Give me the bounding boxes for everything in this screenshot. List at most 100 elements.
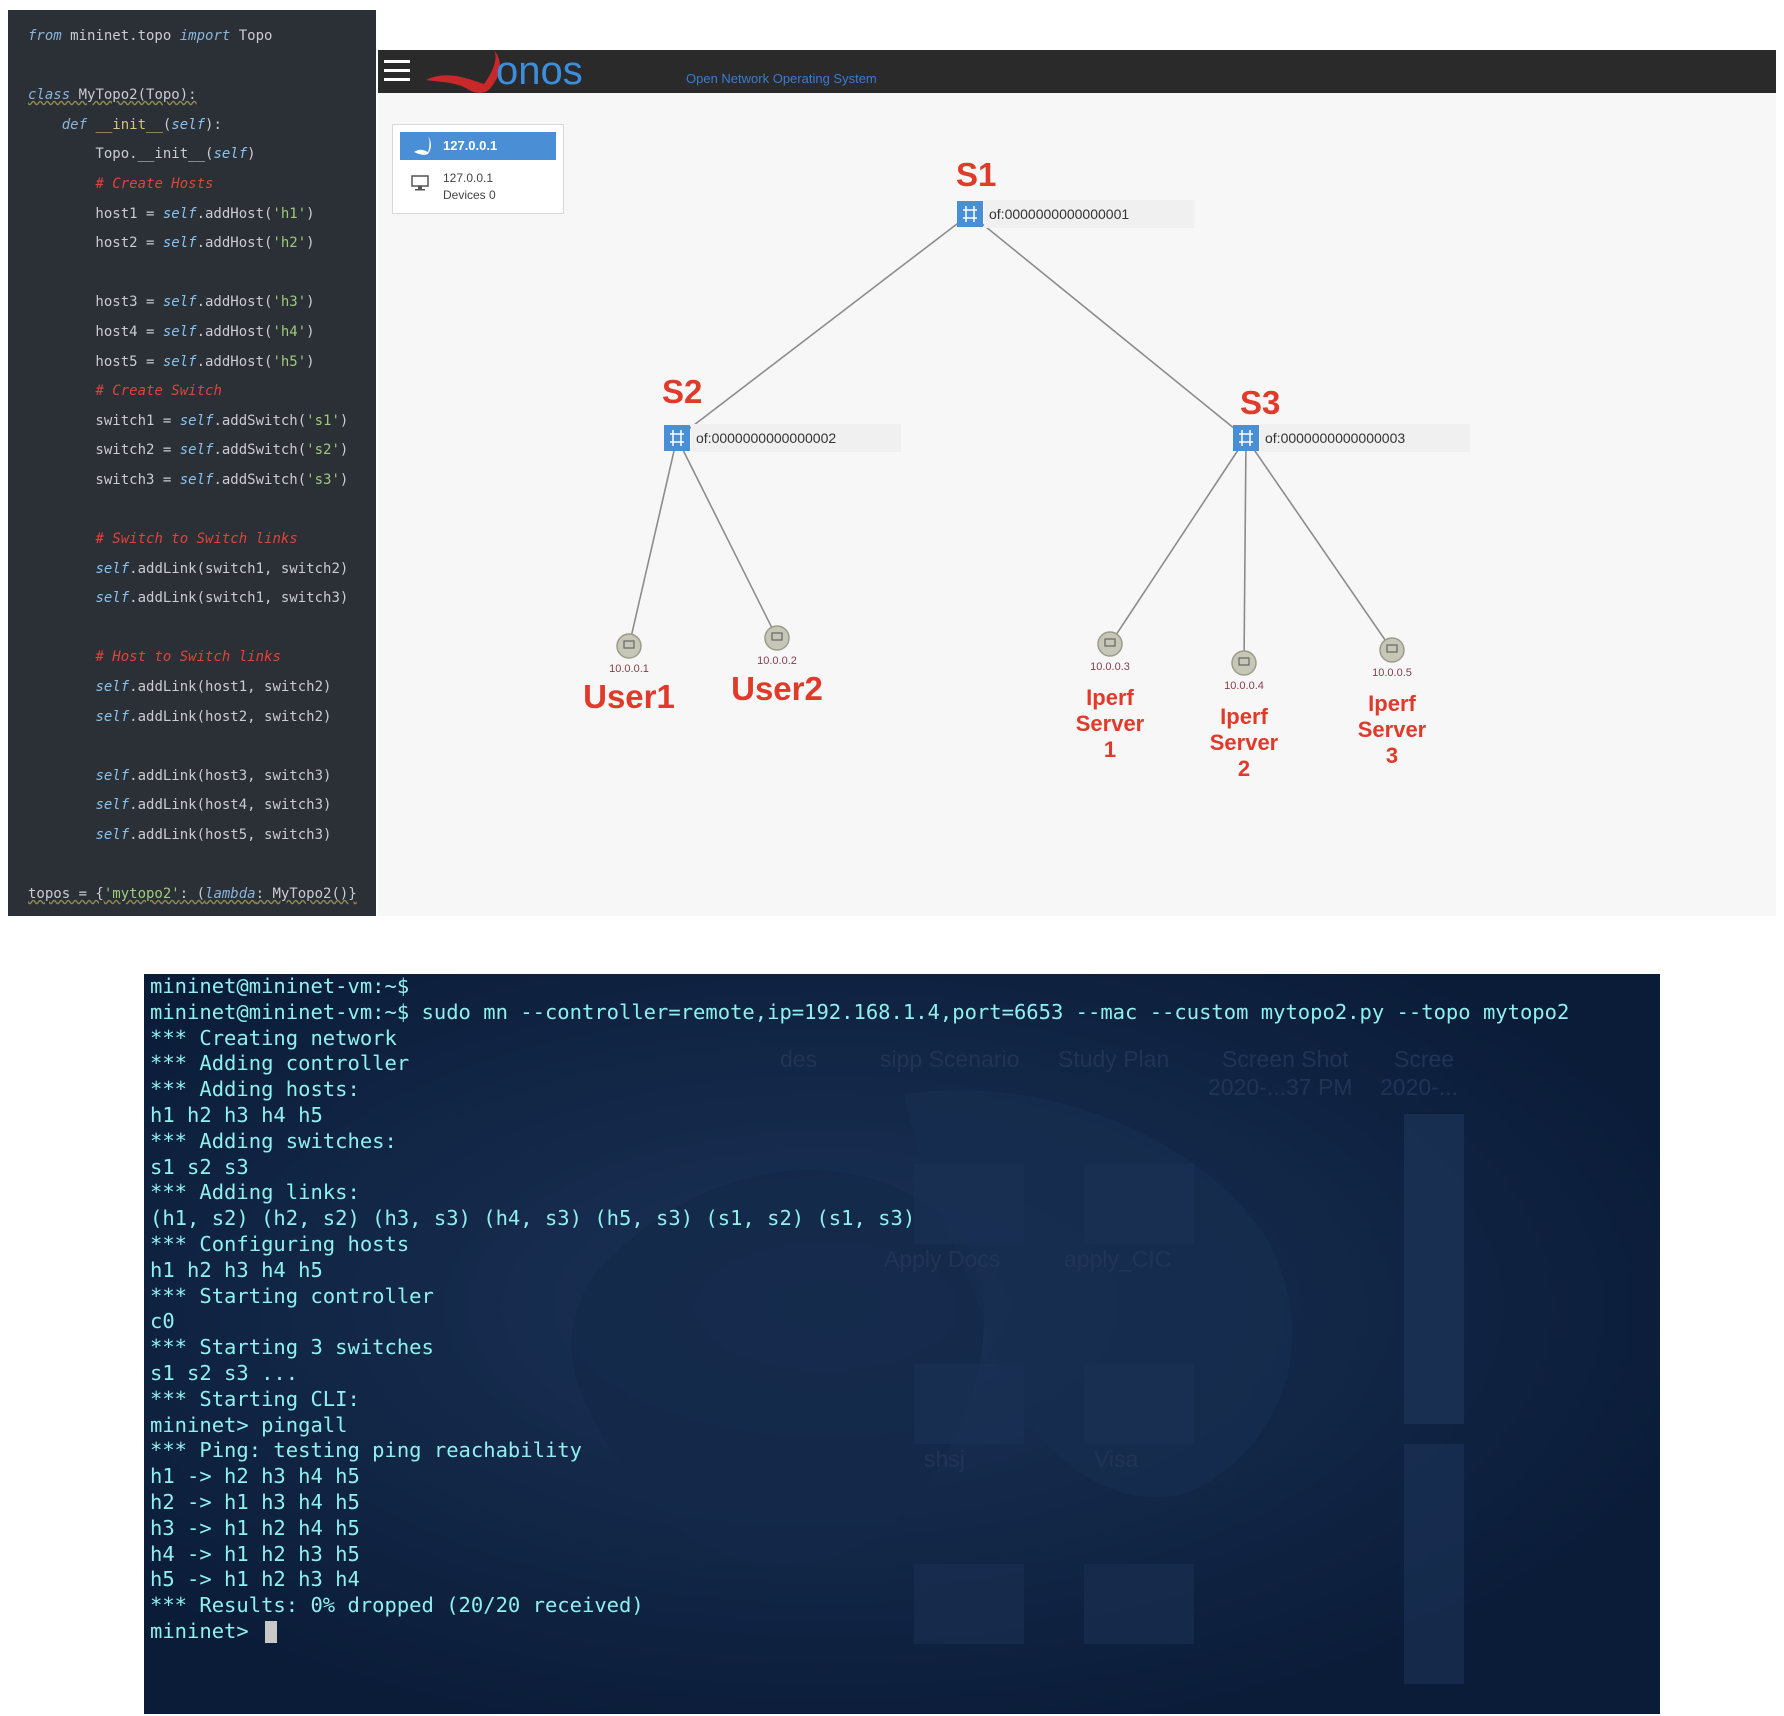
code-token: ): [247, 146, 256, 163]
code-line: # Switch to Switch links: [28, 525, 357, 555]
code-token: host2 =: [28, 235, 163, 252]
host-icon[interactable]: [1379, 637, 1405, 663]
code-line: topos = {'mytopo2': (lambda: MyTopo2()}: [28, 880, 357, 910]
code-token: # Host to Switch links: [95, 649, 281, 666]
code-line: switch3 = self.addSwitch('s3'): [28, 466, 357, 496]
terminal-line: h1 h2 h3 h4 h5: [150, 1257, 323, 1282]
code-editor[interactable]: from mininet.topo import Topo class MyTo…: [8, 10, 376, 916]
host-icon[interactable]: [1231, 650, 1257, 676]
host-ip: 10.0.0.3: [1090, 661, 1130, 673]
terminal-line: mininet@mininet-vm:~$ sudo mn --controll…: [150, 999, 1570, 1024]
code-token: self: [162, 235, 197, 252]
code-token: .addSwitch(: [213, 442, 307, 459]
code-line: host2 = self.addHost('h2'): [28, 229, 357, 259]
code-token: self: [162, 294, 197, 311]
code-token: .addLink(host4, switch3): [129, 797, 332, 814]
code-token: 's1': [306, 412, 340, 429]
code-line: Topo.__init__(self): [28, 140, 357, 170]
code-token: 'h2': [272, 235, 307, 252]
code-token: .addHost(: [196, 323, 273, 340]
code-lines: from mininet.topo import Topo class MyTo…: [28, 22, 357, 910]
code-token: ): [306, 235, 315, 252]
code-token: self: [95, 797, 130, 814]
terminal-line: h2 -> h1 h3 h4 h5: [150, 1489, 360, 1514]
code-line: switch1 = self.addSwitch('s1'): [28, 407, 357, 437]
host-name-label: Server: [1358, 717, 1427, 742]
terminal-line: h4 -> h1 h2 h3 h5: [150, 1541, 360, 1566]
link-line: [676, 437, 778, 639]
code-token: .addLink(host5, switch3): [129, 827, 332, 844]
host-ip: 10.0.0.1: [609, 663, 649, 675]
terminal-line: s1 s2 s3 ...: [150, 1360, 299, 1385]
code-token: : (: [179, 886, 206, 903]
code-token: self: [213, 146, 248, 163]
code-token: self: [95, 708, 130, 725]
host-icon[interactable]: [764, 625, 790, 651]
code-token: .addLink(host2, switch2): [129, 708, 332, 725]
link-line: [1245, 437, 1393, 651]
switch-icon[interactable]: [957, 201, 983, 227]
code-token: import: [179, 28, 231, 44]
code-token: self: [95, 679, 130, 696]
code-token: self: [95, 560, 130, 577]
host-icon[interactable]: [1097, 631, 1123, 657]
code-token: self: [162, 323, 197, 340]
code-line: self.addLink(host5, switch3): [28, 821, 357, 851]
code-token: 'h5': [272, 353, 307, 370]
terminal-window[interactable]: des sipp Scenario Study Plan Screen Shot…: [144, 974, 1660, 1714]
code-token: .addLink(switch1, switch2): [129, 560, 349, 577]
code-token: host1 =: [28, 205, 163, 222]
code-token: ): [306, 205, 315, 222]
code-line: self.addLink(host4, switch3): [28, 791, 357, 821]
code-token: : MyTopo2()}: [255, 886, 357, 903]
switch-icon[interactable]: [1233, 425, 1259, 451]
code-line: host3 = self.addHost('h3'): [28, 288, 357, 318]
host-name-label: 3: [1386, 743, 1398, 768]
code-token: 'h1': [272, 205, 307, 222]
switch-icon[interactable]: [664, 425, 690, 451]
host-icon[interactable]: [616, 633, 642, 659]
code-token: host3 =: [28, 294, 163, 311]
code-token: 'mytopo2': [103, 886, 180, 903]
terminal-line: h1 h2 h3 h4 h5: [150, 1102, 323, 1127]
host-name-label: 2: [1238, 756, 1250, 781]
link-line: [676, 213, 971, 439]
code-token: # Create Hosts: [95, 175, 214, 192]
code-token: MyTopo2(Topo):: [70, 87, 197, 104]
terminal-line: *** Starting controller: [150, 1283, 434, 1308]
switch-id: of:0000000000000001: [989, 206, 1129, 222]
topology-graph[interactable]: of:0000000000000001 S1 of:0000000000000002…: [378, 50, 1776, 916]
host-name-label: 1: [1104, 737, 1116, 762]
code-line: self.addLink(host3, switch3): [28, 762, 357, 792]
switch-id: of:0000000000000003: [1265, 430, 1405, 446]
code-token: self: [179, 412, 214, 429]
code-token: ): [339, 412, 349, 429]
code-token: 's2': [306, 442, 340, 459]
terminal-line: mininet> pingall: [150, 1412, 348, 1437]
code-token: .addHost(: [196, 353, 273, 370]
host-name-label: Server: [1210, 730, 1279, 755]
switch-name-label: S3: [1240, 384, 1280, 421]
code-token: .addLink(host1, switch2): [129, 679, 332, 696]
code-token: .addSwitch(: [213, 412, 307, 429]
code-token: host5 =: [28, 353, 163, 370]
code-line: def __init__(self):: [28, 111, 357, 141]
code-token: .addLink(switch1, switch3): [129, 590, 349, 607]
link-line: [1109, 437, 1247, 645]
code-token: switch2 =: [28, 442, 180, 459]
terminal-line: *** Ping: testing ping reachability: [150, 1438, 582, 1463]
code-token: .addLink(host3, switch3): [129, 767, 332, 784]
terminal-prompt-line[interactable]: mininet>: [150, 1619, 1569, 1645]
code-line: self.addLink(switch1, switch3): [28, 584, 357, 614]
